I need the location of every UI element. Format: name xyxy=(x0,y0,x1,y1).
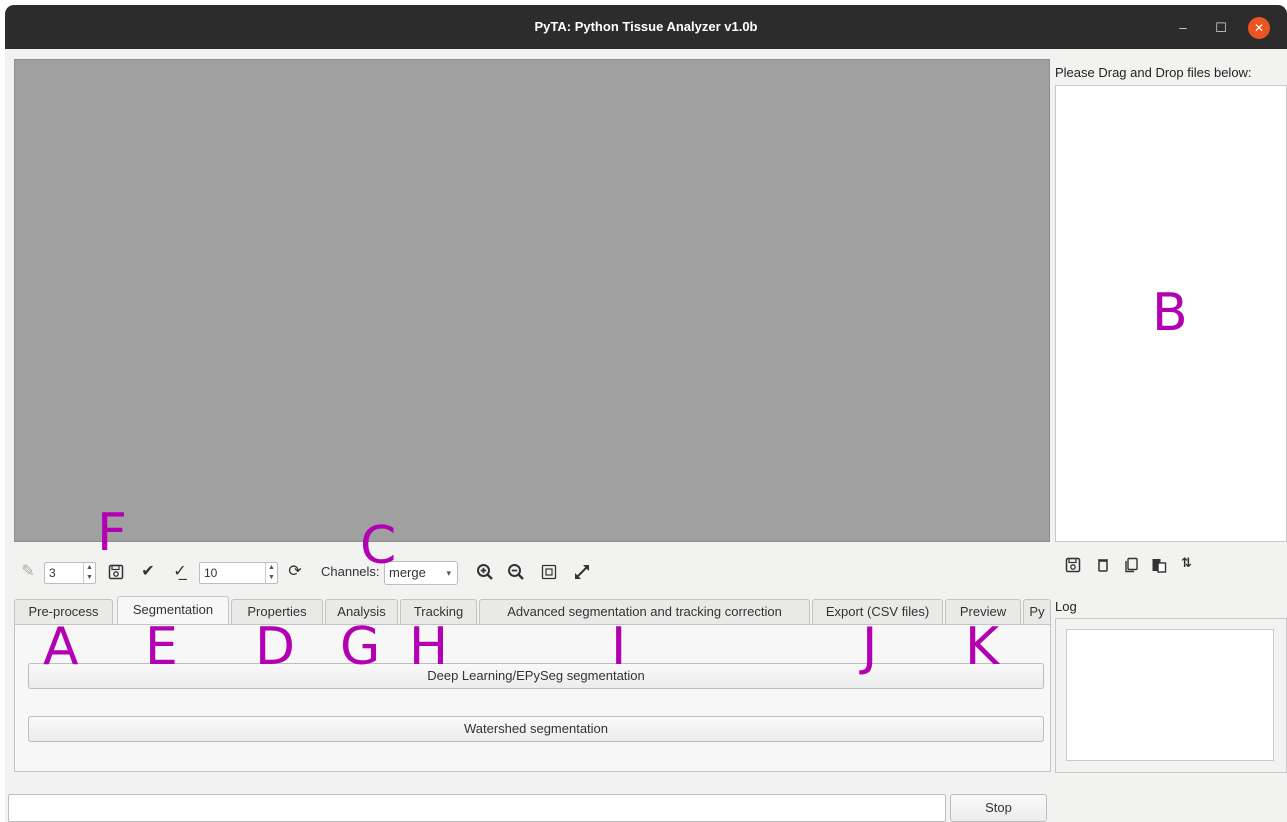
log-panel xyxy=(1055,618,1287,773)
log-output[interactable] xyxy=(1066,629,1274,761)
copy-icon[interactable] xyxy=(1123,557,1139,577)
annotation-i: I xyxy=(611,617,627,677)
paste-icon[interactable] xyxy=(1151,557,1167,577)
pen-size-spinbox[interactable]: 3 ▲ ▼ xyxy=(44,562,96,584)
window-title: PyTA: Python Tissue Analyzer v1.0b xyxy=(534,19,758,34)
spinbox-arrows-icon[interactable]: ▲ ▼ xyxy=(265,563,277,583)
maximize-button[interactable]: ☐ xyxy=(1210,17,1232,39)
pencil-icon[interactable]: ✎ xyxy=(17,559,39,585)
save-list-icon[interactable] xyxy=(1065,557,1081,577)
tab-export[interactable]: Export (CSV files) xyxy=(812,599,943,624)
annotation-j: J xyxy=(862,617,878,677)
annotation-e: E xyxy=(145,617,178,677)
spinbox-arrows-icon[interactable]: ▲ ▼ xyxy=(83,563,95,583)
pen-size-value: 3 xyxy=(49,566,56,580)
annotation-a: A xyxy=(43,617,79,677)
annotation-f: F xyxy=(97,503,127,563)
viewer-toolbar: ✎ 3 ▲ ▼ ✔ ✓̲ 10 ▲ ▼ ⟳ Channels: merge ▾ xyxy=(15,559,1055,585)
close-button[interactable]: ✕ xyxy=(1248,17,1270,39)
annotation-h: H xyxy=(409,617,449,677)
annotation-d: D xyxy=(255,617,296,677)
log-label: Log xyxy=(1055,599,1077,614)
zoom-out-icon[interactable] xyxy=(504,559,528,585)
refresh-icon[interactable]: ⟳ xyxy=(284,559,306,585)
chevron-down-icon: ▾ xyxy=(446,568,451,578)
minimize-button[interactable]: – xyxy=(1172,17,1194,39)
fullscreen-icon[interactable] xyxy=(570,559,594,585)
watershed-segmentation-button[interactable]: Watershed segmentation xyxy=(28,716,1044,742)
annotation-b: B xyxy=(1152,283,1188,343)
deep-learning-segmentation-button[interactable]: Deep Learning/EPySeg segmentation xyxy=(28,663,1044,689)
zoom-in-icon[interactable] xyxy=(473,559,497,585)
tab-advanced-segmentation[interactable]: Advanced segmentation and tracking corre… xyxy=(479,599,810,624)
annotation-g: G xyxy=(340,617,381,677)
image-viewer[interactable] xyxy=(14,59,1050,542)
check-underline-icon[interactable]: ✓̲ xyxy=(169,559,191,585)
threshold-spinbox[interactable]: 10 ▲ ▼ xyxy=(199,562,278,584)
app-window: PyTA: Python Tissue Analyzer v1.0b – ☐ ✕… xyxy=(5,5,1287,822)
threshold-value: 10 xyxy=(204,566,218,580)
title-bar[interactable]: PyTA: Python Tissue Analyzer v1.0b – ☐ ✕ xyxy=(5,5,1287,49)
apply-check-icon[interactable]: ✔ xyxy=(137,559,159,585)
annotation-k: K xyxy=(965,617,1000,677)
tab-overflow[interactable]: Py xyxy=(1023,599,1051,624)
annotation-c: C xyxy=(360,516,397,576)
drop-files-label: Please Drag and Drop files below: xyxy=(1055,65,1252,80)
progress-bar xyxy=(8,794,946,822)
trash-icon[interactable] xyxy=(1095,557,1111,577)
fit-to-window-icon[interactable] xyxy=(537,559,561,585)
sort-icon[interactable]: ⇅ xyxy=(1181,556,1192,569)
stop-button[interactable]: Stop xyxy=(950,794,1047,822)
